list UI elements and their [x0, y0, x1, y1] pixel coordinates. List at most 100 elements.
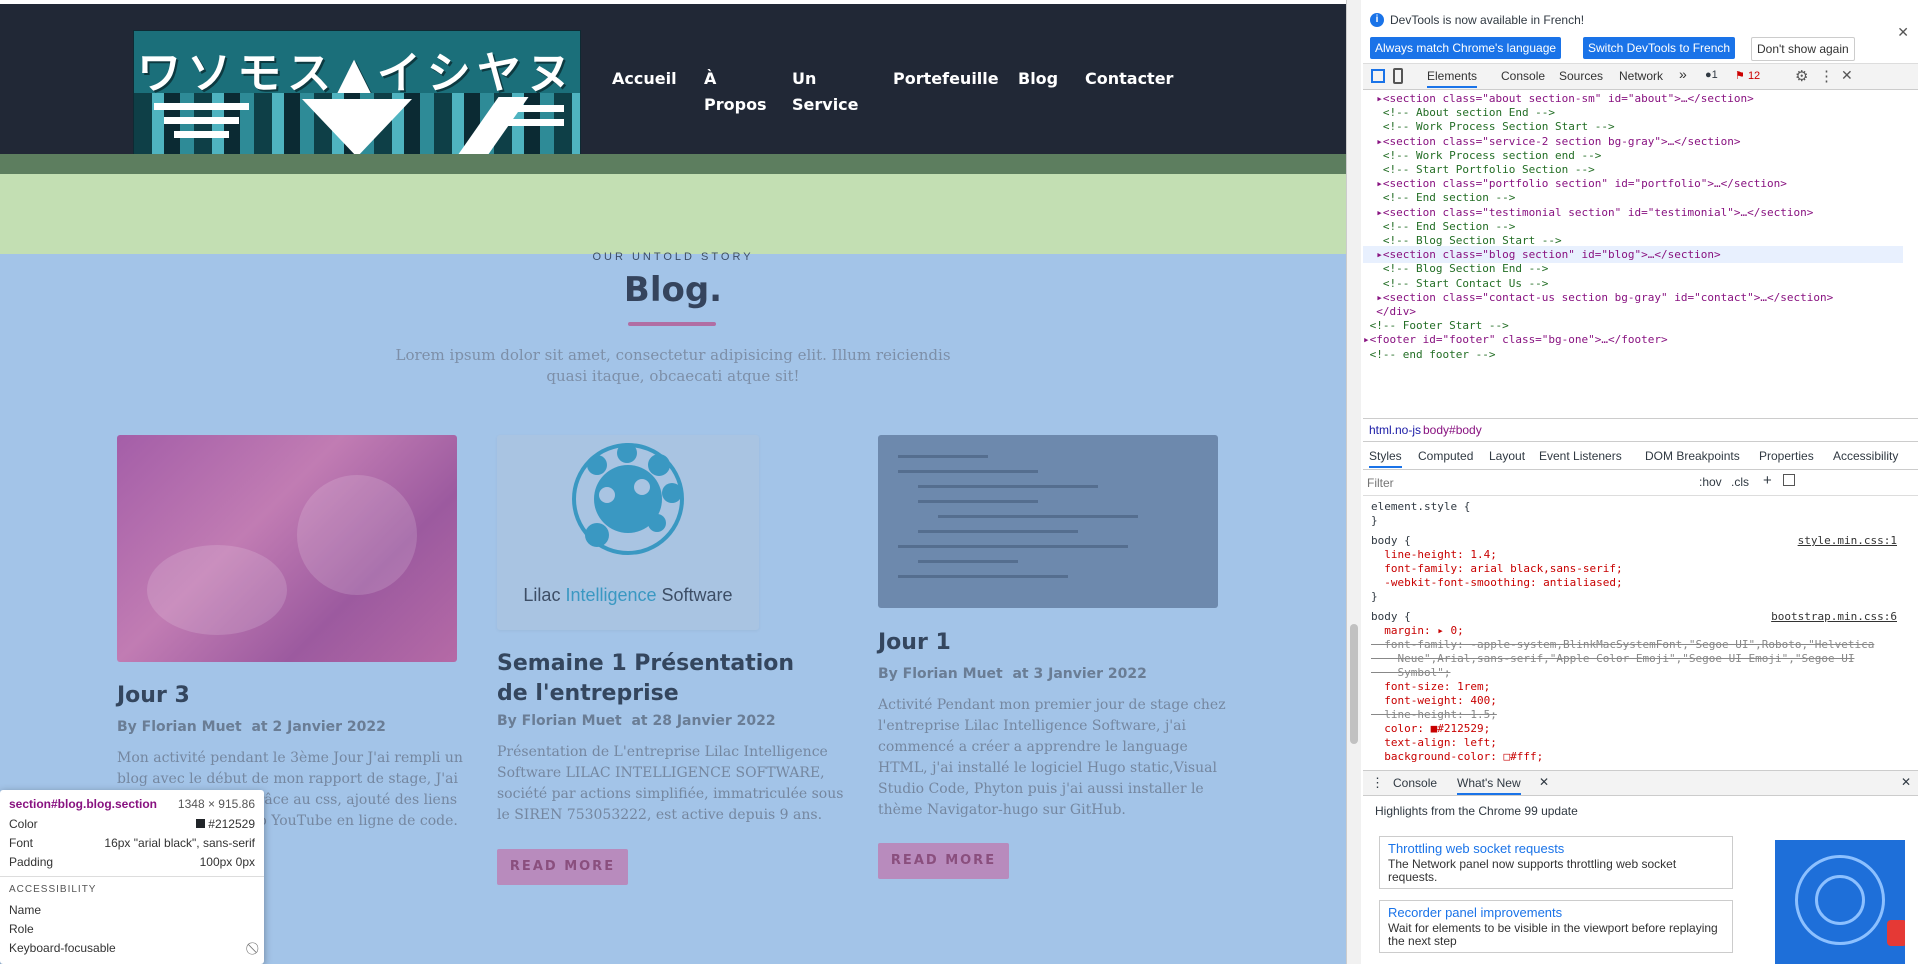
style-rule-line[interactable]: font-size: 1rem;: [1371, 680, 1901, 694]
style-rule-line[interactable]: line-height: 1.4;: [1371, 548, 1901, 562]
news-title[interactable]: Throttling web socket requests: [1388, 841, 1724, 856]
gear-icon[interactable]: ⚙: [1795, 67, 1808, 85]
tab-styles[interactable]: Styles: [1369, 449, 1402, 468]
style-rule-line[interactable]: color: ■#212529;: [1371, 722, 1901, 736]
close-devtools-icon[interactable]: ✕: [1841, 67, 1853, 84]
image-detail: [898, 470, 1038, 473]
cls-toggle[interactable]: .cls: [1731, 475, 1749, 489]
close-icon[interactable]: ✕: [1897, 24, 1909, 41]
tab-accessibility[interactable]: Accessibility: [1833, 449, 1898, 463]
card-text: Activité Pendant mon premier jour de sta…: [878, 697, 1226, 818]
tab-computed[interactable]: Computed: [1418, 449, 1473, 463]
match-language-button[interactable]: Always match Chrome's language: [1370, 37, 1562, 59]
sidebar-toggle-icon[interactable]: [1783, 474, 1795, 486]
crumb-body[interactable]: body#body: [1423, 423, 1482, 437]
read-more-button[interactable]: READ MORE: [497, 849, 628, 885]
style-rule-line[interactable]: element.style {: [1371, 500, 1901, 514]
tab-network[interactable]: Network: [1619, 69, 1663, 83]
image-detail: [918, 500, 1038, 503]
inspect-icon[interactable]: [1371, 69, 1385, 83]
tab-properties[interactable]: Properties: [1759, 449, 1814, 463]
read-more-button[interactable]: READ MORE: [878, 843, 1009, 879]
tab-dom-breakpoints[interactable]: DOM Breakpoints: [1645, 449, 1740, 463]
error-badge[interactable]: ●1: [1705, 69, 1718, 81]
tab-sources[interactable]: Sources: [1559, 69, 1603, 83]
close-tab-icon[interactable]: ✕: [1539, 775, 1549, 789]
stylesheet-link[interactable]: bootstrap.min.css:6: [1771, 610, 1897, 624]
news-card[interactable]: Recorder panel improvements Wait for ele…: [1379, 900, 1733, 953]
page-scrollbar[interactable]: [1347, 0, 1361, 964]
stylesheet-link[interactable]: style.min.css:1: [1798, 534, 1897, 548]
hov-toggle[interactable]: :hov: [1699, 475, 1722, 489]
styles-pane[interactable]: element.style {} body {style.min.css:1 li…: [1363, 496, 1903, 768]
style-rule-line[interactable]: }: [1371, 590, 1901, 604]
device-toolbar-icon[interactable]: [1393, 68, 1403, 84]
style-rule-line[interactable]: line-height: 1.5;: [1371, 708, 1901, 722]
card-image[interactable]: [117, 435, 457, 662]
plus-icon[interactable]: +: [1763, 472, 1772, 489]
nav-portefeuille[interactable]: Portefeuille: [893, 66, 999, 92]
close-drawer-icon[interactable]: ✕: [1901, 775, 1911, 789]
style-rule-line[interactable]: Symbol";: [1371, 666, 1901, 680]
scrollbar-thumb[interactable]: [1350, 624, 1358, 744]
style-rule-line[interactable]: body {style.min.css:1: [1371, 534, 1901, 548]
filter-input[interactable]: [1367, 473, 1687, 492]
inspect-tooltip: section#blog.blog.section 1348 × 915.86 …: [0, 790, 264, 964]
style-rule-line[interactable]: }: [1371, 514, 1901, 528]
style-rule-line[interactable]: font-family: arial black,sans-serif;: [1371, 562, 1901, 576]
more-tabs-icon[interactable]: »: [1679, 66, 1687, 82]
elements-tree[interactable]: ▸<section class="about section-sm" id="a…: [1363, 90, 1903, 412]
style-rule-text: text-align: left;: [1371, 736, 1497, 749]
news-card[interactable]: Throttling web socket requests The Netwo…: [1379, 836, 1733, 889]
tooltip-divider: [0, 876, 264, 877]
style-rule-text: Symbol";: [1371, 666, 1451, 679]
image-detail: [938, 515, 1138, 518]
style-rule-line[interactable]: font-weight: 400;: [1371, 694, 1901, 708]
banner-text: DevTools is now available in French!: [1390, 13, 1585, 27]
style-rule-line[interactable]: body { bootstrap.min.css:6: [1371, 610, 1901, 624]
tooltip-value: 100px 0px: [199, 855, 255, 869]
page-viewport: ワソモス▲イシヤヌ Accueil À Propos Un Service Po…: [0, 0, 1346, 964]
crumb-html[interactable]: html.no-js: [1369, 423, 1421, 437]
lilac-logo-icon: [572, 443, 684, 555]
tooltip-color-value: #212529: [208, 817, 255, 831]
tooltip-row: Color #212529: [9, 816, 255, 832]
nav-a-propos[interactable]: À Propos: [704, 66, 767, 118]
tab-console[interactable]: Console: [1501, 69, 1545, 83]
style-rule-line[interactable]: -webkit-font-smoothing: antialiased;: [1371, 576, 1901, 590]
dont-show-button[interactable]: Don't show again: [1751, 37, 1855, 61]
style-rule-text: body {: [1371, 610, 1411, 623]
drawer-tab-console[interactable]: Console: [1393, 776, 1437, 790]
style-rule-line[interactable]: font-family: -apple-system,BlinkMacSyste…: [1371, 638, 1901, 652]
kebab-menu-icon[interactable]: ⋮: [1819, 67, 1834, 85]
green-band: [0, 154, 1346, 174]
style-rule-line[interactable]: background-color: □#fff;: [1371, 750, 1901, 764]
card-image[interactable]: Lilac Intelligence Software: [497, 435, 759, 630]
dom-node-line[interactable]: <!-- end footer -->: [1363, 346, 1903, 363]
drawer-tab-whats-new[interactable]: What's New: [1457, 776, 1521, 795]
card-image[interactable]: [878, 435, 1218, 608]
dom-breadcrumb: html.no-js body#body: [1363, 418, 1918, 442]
nav-accueil[interactable]: Accueil: [612, 66, 677, 92]
nav-blog[interactable]: Blog: [1018, 66, 1058, 92]
issues-badge[interactable]: ⚑ 12: [1735, 69, 1760, 82]
style-rule-line[interactable]: text-align: left;: [1371, 736, 1901, 750]
tab-elements[interactable]: Elements: [1427, 69, 1478, 88]
site-logo[interactable]: ワソモス▲イシヤヌ: [133, 30, 581, 156]
tooltip-header: section#blog.blog.section 1348 × 915.86: [9, 796, 255, 812]
tab-layout[interactable]: Layout: [1489, 449, 1525, 463]
tooltip-a11y-role: Role: [9, 922, 34, 936]
switch-french-button[interactable]: Switch DevTools to French: [1583, 37, 1736, 59]
tab-event-listeners[interactable]: Event Listeners: [1539, 449, 1622, 463]
card-title[interactable]: Semaine 1 Présentation de l'entreprise: [497, 649, 827, 709]
news-title[interactable]: Recorder panel improvements: [1388, 905, 1724, 920]
card-title[interactable]: Jour 1: [878, 628, 1218, 658]
card-title[interactable]: Jour 3: [117, 681, 457, 711]
nav-contacter[interactable]: Contacter: [1085, 66, 1173, 92]
drawer-menu-icon[interactable]: ⋮: [1371, 775, 1384, 791]
tooltip-selector: section#blog.blog.section: [9, 797, 158, 811]
style-rule-line[interactable]: Neue",Arial,sans-serif,"Apple Color Emoj…: [1371, 652, 1901, 666]
nav-un-service[interactable]: Un Service: [792, 66, 859, 118]
style-rule-line[interactable]: margin: ▸ 0;: [1371, 624, 1901, 638]
logo-word: Intelligence: [565, 585, 657, 605]
